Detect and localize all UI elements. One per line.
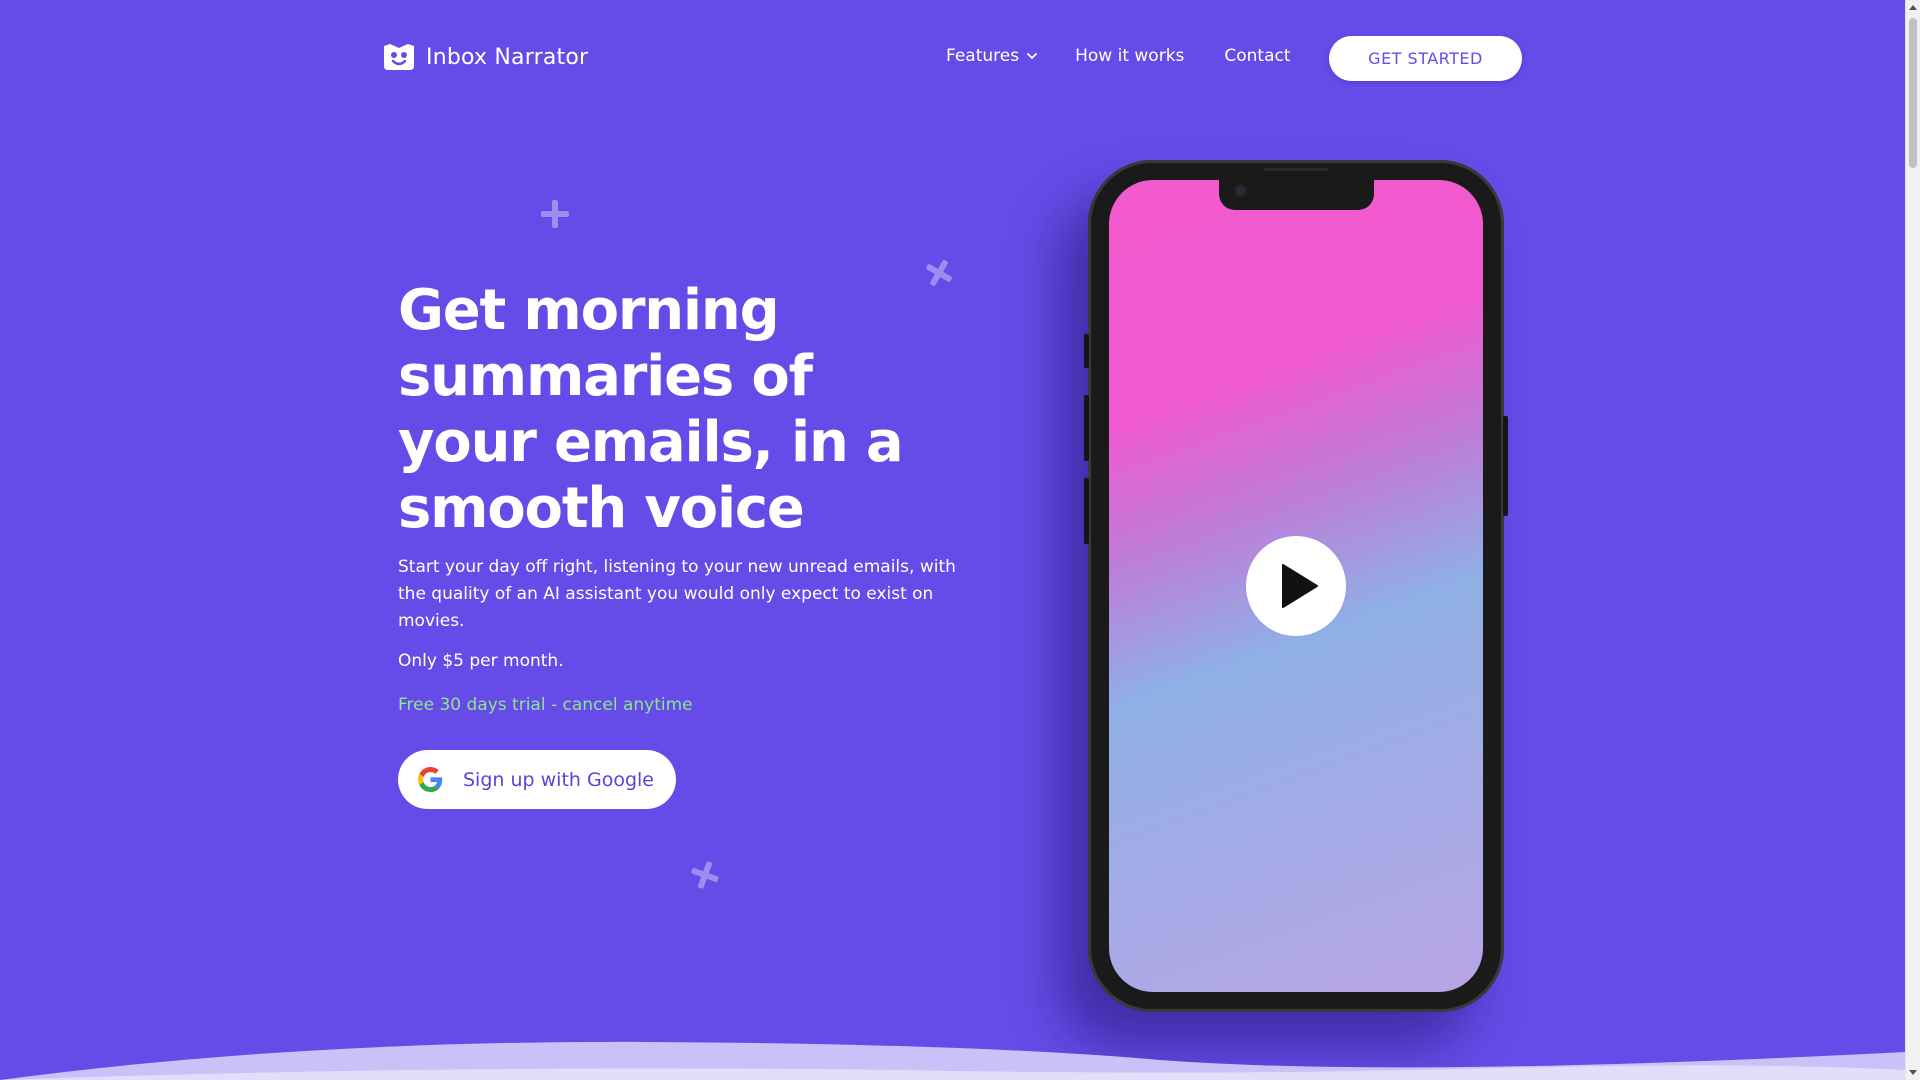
phone-side-button	[1084, 334, 1089, 368]
nav-features[interactable]: Features	[946, 46, 1038, 66]
brand-name: Inbox Narrator	[426, 44, 589, 70]
scroll-up-icon[interactable]	[1909, 5, 1917, 10]
google-signup-label: Sign up with Google	[463, 768, 654, 791]
play-video-button[interactable]	[1246, 536, 1346, 636]
phone-side-button	[1084, 478, 1089, 544]
scroll-down-icon[interactable]	[1909, 1070, 1917, 1075]
landing-page: Inbox Narrator Features How it works Con…	[0, 0, 1920, 1080]
robot-face-icon	[384, 44, 414, 70]
phone-mockup	[1084, 160, 1508, 1012]
scrollbar-thumb[interactable]	[1909, 18, 1917, 168]
play-icon	[1281, 564, 1318, 608]
nav-contact-label: Contact	[1224, 46, 1291, 66]
phone-side-button	[1084, 395, 1089, 461]
google-signup-button[interactable]: Sign up with Google	[398, 750, 676, 809]
nav-features-label: Features	[946, 46, 1020, 66]
phone-side-button	[1503, 416, 1508, 516]
hero-price: Only $5 per month.	[398, 651, 564, 671]
nav-how-it-works[interactable]: How it works	[1075, 46, 1184, 66]
phone-notch	[1219, 180, 1374, 210]
hero-description: Start your day off right, listening to y…	[398, 557, 956, 631]
get-started-label: GET STARTED	[1368, 49, 1483, 68]
brand-logo[interactable]: Inbox Narrator	[382, 42, 588, 72]
page-scrollbar[interactable]	[1905, 0, 1920, 1080]
hero-trial-note: Free 30 days trial - cancel anytime	[398, 695, 693, 715]
phone-speaker	[1263, 168, 1329, 171]
get-started-button[interactable]: GET STARTED	[1329, 36, 1522, 81]
main-nav: Features How it works Contact	[946, 46, 1291, 66]
google-icon	[418, 767, 443, 792]
chevron-down-icon	[1027, 53, 1038, 59]
nav-how-it-works-label: How it works	[1075, 46, 1185, 66]
decorative-plus-icon	[687, 857, 723, 893]
decorative-plus-icon	[541, 200, 569, 228]
hero-title: Get morning summaries of your emails, in…	[398, 278, 904, 541]
camera-icon	[1234, 184, 1247, 197]
phone-screen	[1109, 180, 1483, 992]
wave-decoration	[0, 1041, 1905, 1080]
nav-contact[interactable]: Contact	[1224, 46, 1290, 66]
